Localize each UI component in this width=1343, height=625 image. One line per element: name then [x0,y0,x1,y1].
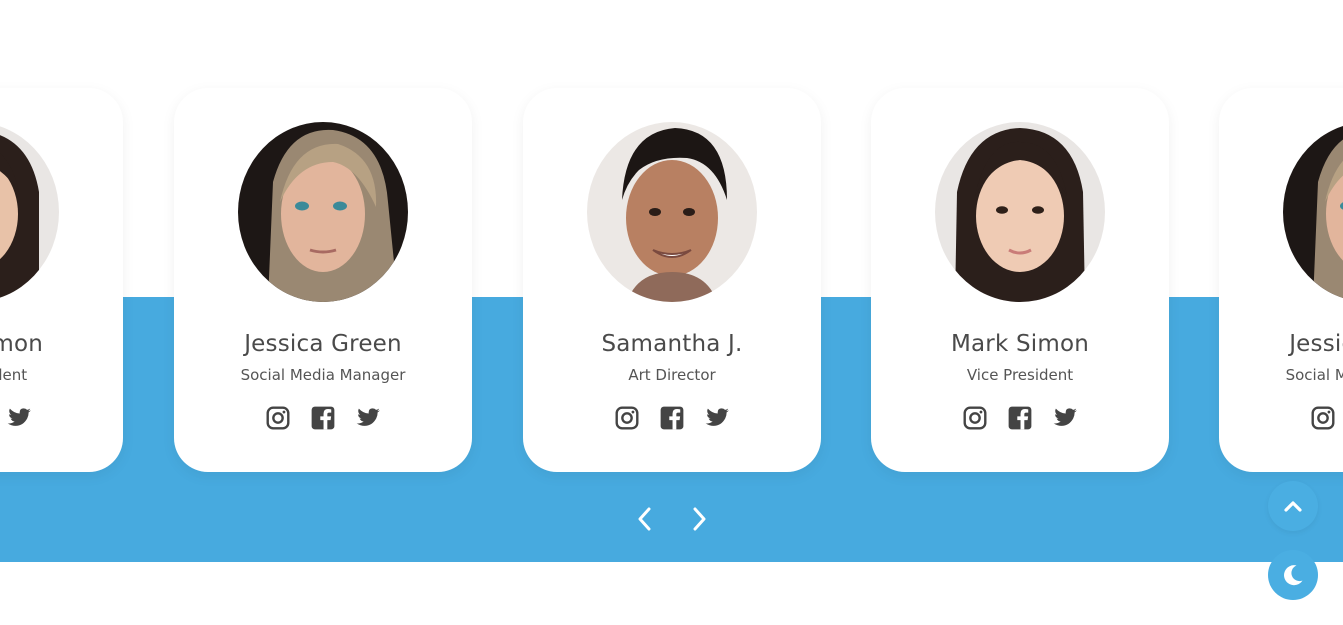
member-role: Art Director [628,366,716,384]
avatar [935,122,1105,302]
instagram-icon[interactable] [614,405,640,431]
carousel-prev-button[interactable] [634,505,656,533]
moon-icon [1284,565,1303,586]
facebook-icon[interactable] [1007,405,1033,431]
member-role: Vice President [966,366,1074,384]
team-card: Jessica Green Social Media Manager [1219,88,1343,472]
member-role: Social Media Manager [240,366,406,384]
member-role: Vice President [0,366,28,384]
team-card: Mark Simon Vice President [0,88,123,472]
theme-toggle-button[interactable] [1268,550,1318,600]
avatar [1283,122,1343,302]
member-name: Mark Simon [950,331,1090,357]
social-links [1219,405,1343,431]
member-name: Mark Simon [0,331,44,357]
chevron-right-icon [693,507,706,531]
member-name: Samantha J. [601,331,743,357]
carousel-next-button[interactable] [688,505,710,533]
twitter-icon[interactable] [355,405,381,431]
chevron-left-icon [638,507,651,531]
team-card: Mark Simon Vice President [871,88,1169,472]
avatar [0,122,59,302]
team-card: Samantha J. Art Director [523,88,821,472]
twitter-icon[interactable] [704,405,730,431]
avatar [238,122,408,302]
social-links [523,405,821,431]
chevron-up-icon [1284,501,1302,512]
facebook-icon[interactable] [310,405,336,431]
member-name: Jessica Green [1289,331,1343,357]
instagram-icon[interactable] [1310,405,1336,431]
scroll-to-top-button[interactable] [1268,481,1318,531]
twitter-icon[interactable] [6,405,32,431]
team-carousel-section: Mark Simon Vice President Jessica Green … [0,0,1343,625]
member-name: Jessica Green [244,331,402,357]
facebook-icon[interactable] [659,405,685,431]
social-links [174,405,472,431]
social-links [0,405,123,431]
member-role: Social Media Manager [1285,366,1343,384]
instagram-icon[interactable] [265,405,291,431]
twitter-icon[interactable] [1052,405,1078,431]
instagram-icon[interactable] [962,405,988,431]
avatar [587,122,757,302]
social-links [871,405,1169,431]
team-card: Jessica Green Social Media Manager [174,88,472,472]
